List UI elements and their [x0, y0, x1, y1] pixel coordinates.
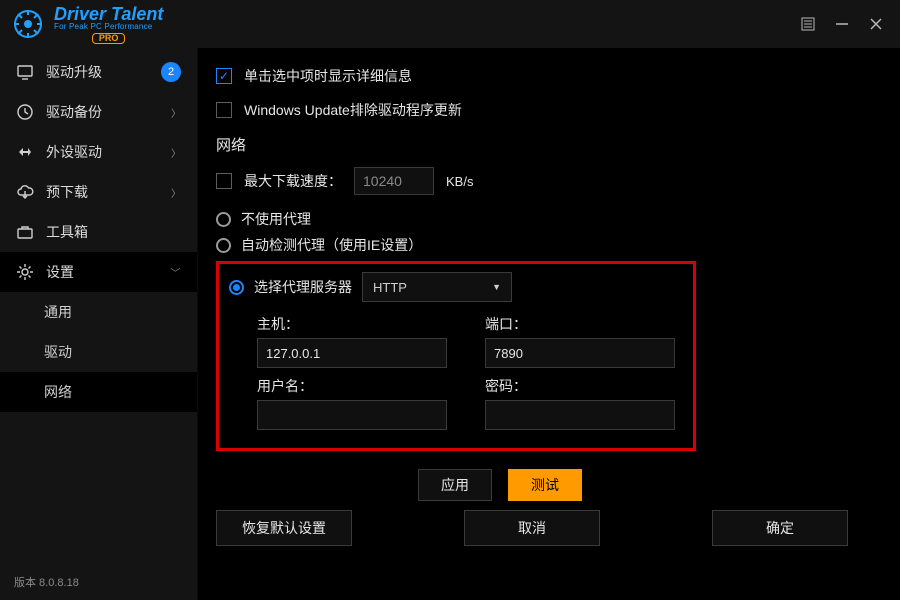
sidebar-item-toolbox[interactable]: 工具箱: [0, 212, 197, 252]
minimize-icon[interactable]: [834, 16, 850, 32]
menu-icon[interactable]: [800, 16, 816, 32]
restore-defaults-button[interactable]: 恢复默认设置: [216, 510, 352, 546]
select-value: HTTP: [373, 280, 407, 295]
sidebar-item-label: 驱动备份: [46, 102, 102, 122]
host-input[interactable]: [257, 338, 447, 368]
monitor-icon: [16, 63, 34, 81]
radio-no-proxy[interactable]: [216, 212, 231, 227]
proxy-type-select[interactable]: HTTP ▼: [362, 272, 512, 302]
logo: Driver Talent For Peak PC Performance PR…: [12, 5, 163, 44]
content: 单击选中项时显示详细信息 Windows Update排除驱动程序更新 网络 最…: [198, 48, 900, 600]
version-label: 版本 8.0.8.18: [0, 564, 197, 600]
sidebar-item-backup[interactable]: 驱动备份 〉: [0, 92, 197, 132]
radio-auto-proxy[interactable]: [216, 238, 231, 253]
titlebar: Driver Talent For Peak PC Performance PR…: [0, 0, 900, 48]
max-speed-label: 最大下载速度：: [244, 171, 342, 191]
chevron-down-icon: 〉: [169, 267, 184, 277]
sidebar-item-predownload[interactable]: 预下载 〉: [0, 172, 197, 212]
checkbox-show-detail[interactable]: [216, 68, 232, 84]
sidebar-item-settings[interactable]: 设置 〉: [0, 252, 197, 292]
usb-icon: [16, 143, 34, 161]
checkbox-exclude-wu[interactable]: [216, 102, 232, 118]
sidebar: 驱动升级 2 驱动备份 〉 外设驱动 〉 预下载 〉: [0, 48, 198, 600]
chevron-right-icon: 〉: [171, 145, 181, 160]
section-network-title: 网络: [216, 134, 868, 155]
radio-select-proxy[interactable]: [229, 280, 244, 295]
sidebar-sub-driver[interactable]: 驱动: [0, 332, 197, 372]
radio-label: 不使用代理: [241, 209, 311, 229]
close-icon[interactable]: [868, 16, 884, 32]
port-label: 端口：: [485, 314, 685, 334]
backup-icon: [16, 103, 34, 121]
sidebar-item-label: 预下载: [46, 182, 88, 202]
logo-title: Driver Talent: [54, 5, 163, 23]
host-label: 主机：: [257, 314, 457, 334]
test-button[interactable]: 测试: [508, 469, 582, 501]
sidebar-item-label: 工具箱: [46, 222, 88, 242]
logo-subtitle: For Peak PC Performance: [54, 23, 163, 31]
sidebar-sub-network[interactable]: 网络: [0, 372, 197, 412]
pass-label: 密码：: [485, 376, 685, 396]
checkbox-max-speed[interactable]: [216, 173, 232, 189]
max-speed-unit: KB/s: [446, 174, 473, 189]
sidebar-item-label: 驱动升级: [46, 62, 102, 82]
sidebar-item-label: 外设驱动: [46, 142, 102, 162]
port-input[interactable]: [485, 338, 675, 368]
sidebar-item-peripheral[interactable]: 外设驱动 〉: [0, 132, 197, 172]
badge-count: 2: [161, 62, 181, 82]
pass-input[interactable]: [485, 400, 675, 430]
logo-gear-icon: [12, 8, 44, 40]
cloud-download-icon: [16, 183, 34, 201]
sidebar-sub-general[interactable]: 通用: [0, 292, 197, 332]
radio-label: 自动检测代理（使用IE设置）: [241, 235, 422, 255]
apply-button[interactable]: 应用: [418, 469, 492, 501]
checkbox-label: 单击选中项时显示详细信息: [244, 66, 412, 86]
proxy-config-box: 选择代理服务器 HTTP ▼ 主机： 端口：: [216, 261, 696, 451]
chevron-right-icon: 〉: [171, 105, 181, 120]
gear-icon: [16, 263, 34, 281]
user-input[interactable]: [257, 400, 447, 430]
sidebar-item-label: 设置: [46, 262, 74, 282]
checkbox-label: Windows Update排除驱动程序更新: [244, 100, 462, 120]
logo-pro-badge: PRO: [92, 33, 126, 44]
sidebar-item-upgrade[interactable]: 驱动升级 2: [0, 52, 197, 92]
cancel-button[interactable]: 取消: [464, 510, 600, 546]
chevron-right-icon: 〉: [171, 185, 181, 200]
chevron-down-icon: ▼: [492, 282, 501, 292]
user-label: 用户名：: [257, 376, 457, 396]
max-speed-input[interactable]: [354, 167, 434, 195]
ok-button[interactable]: 确定: [712, 510, 848, 546]
radio-label: 选择代理服务器: [254, 277, 352, 297]
toolbox-icon: [16, 223, 34, 241]
